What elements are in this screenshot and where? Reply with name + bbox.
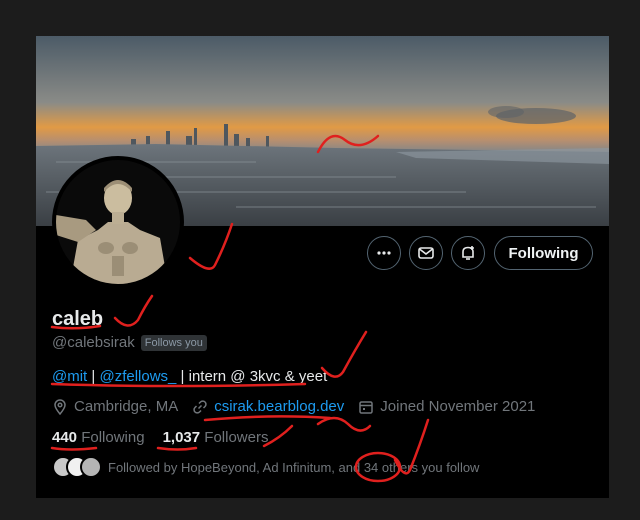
handle-row: @calebsirak Follows you: [52, 334, 207, 351]
statue-avatar-image: [56, 160, 180, 284]
bio: @mit | @zfellows_ | intern @ 3kvc & yeet: [52, 368, 327, 385]
bio-mention-zfellows[interactable]: @zfellows_: [99, 368, 176, 385]
following-count: 440: [52, 429, 78, 446]
website[interactable]: csirak.bearblog.dev: [192, 398, 344, 415]
follower-avatar: [80, 456, 102, 478]
followed-by-text: Followed by HopeBeyond, Ad Infinitum, an…: [108, 459, 480, 475]
followed-by[interactable]: Followed by HopeBeyond, Ad Infinitum, an…: [52, 456, 479, 478]
joined-date: Joined November 2021: [358, 398, 535, 415]
calendar-icon: [359, 400, 374, 414]
link-icon: [193, 399, 207, 414]
website-link[interactable]: csirak.bearblog.dev: [214, 398, 344, 415]
follow-stats: 440 Following 1,037 Followers: [52, 429, 268, 446]
avatar[interactable]: [52, 156, 184, 288]
handle: @calebsirak: [52, 334, 135, 351]
bio-mention-mit[interactable]: @mit: [52, 368, 87, 385]
mail-icon: [418, 247, 434, 259]
followers-label: Followers: [204, 429, 269, 446]
bio-text: | intern @ 3kvc & yeet: [176, 368, 328, 385]
more-button[interactable]: [367, 236, 401, 270]
location: Cambridge, MA: [52, 398, 178, 415]
follows-you-badge: Follows you: [140, 334, 207, 351]
more-icon: [377, 251, 391, 255]
message-button[interactable]: [409, 236, 443, 270]
location-text: Cambridge, MA: [74, 398, 179, 415]
followers-stat[interactable]: 1,037 Followers: [163, 429, 269, 446]
notifications-button[interactable]: [451, 236, 485, 270]
following-button[interactable]: Following: [494, 236, 593, 270]
location-pin-icon: [54, 398, 66, 415]
followers-count: 1,037: [162, 429, 201, 446]
profile-meta: Cambridge, MA csirak.bearblog.dev Joined…: [52, 398, 535, 415]
bio-separator: |: [87, 368, 100, 385]
following-label: Following: [81, 429, 145, 446]
profile-frame: Following caleb @calebsirak Follows you …: [36, 36, 609, 498]
following-stat[interactable]: 440 Following: [52, 429, 145, 446]
bell-plus-icon: [462, 246, 474, 260]
display-name: caleb: [52, 308, 104, 330]
follower-avatars: [52, 456, 102, 478]
joined-text: Joined November 2021: [380, 398, 536, 415]
